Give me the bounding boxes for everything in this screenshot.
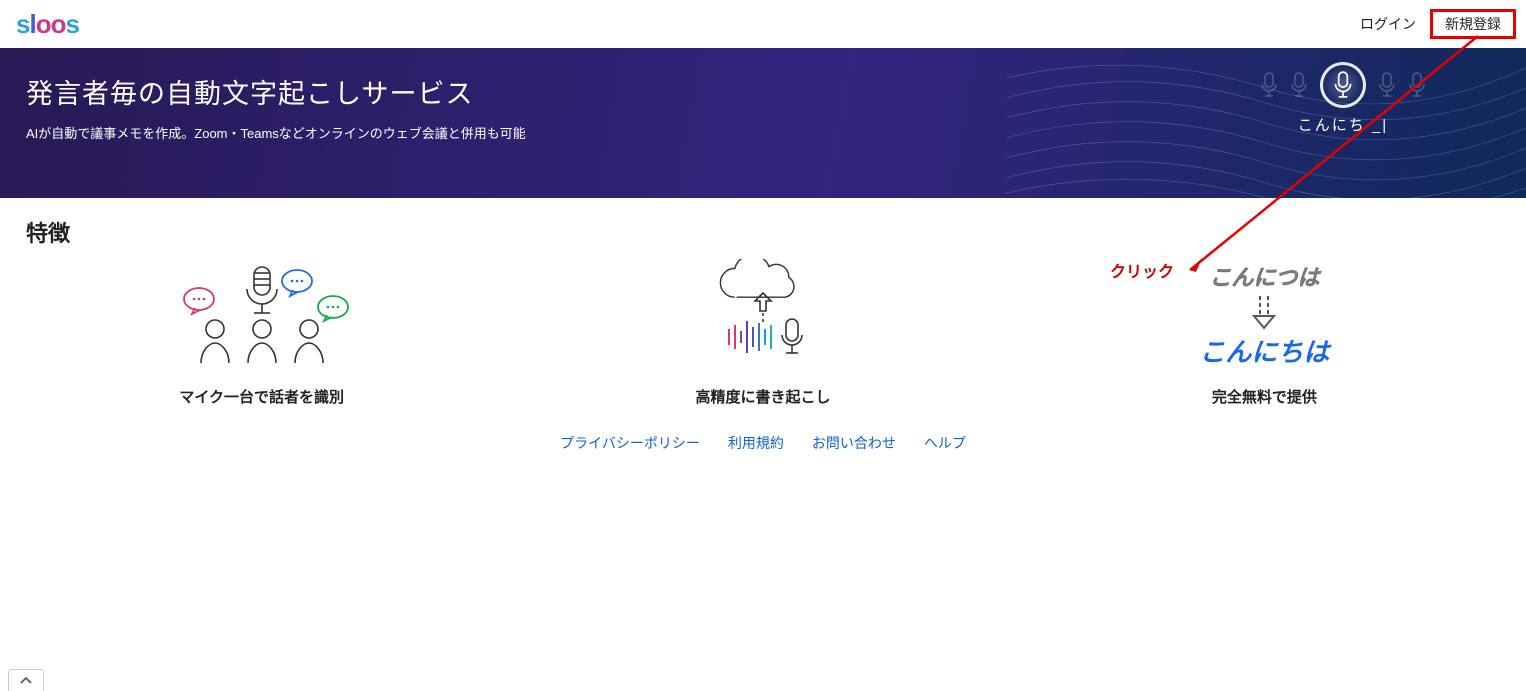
features-section: 特徴 [0, 198, 1526, 473]
footer-link-terms[interactable]: 利用規約 [728, 433, 784, 453]
mic-small-icon [1378, 72, 1396, 98]
logo-letter: o [36, 9, 51, 39]
logo-letter: s [16, 9, 29, 39]
signup-link[interactable]: 新規登録 [1437, 12, 1509, 36]
feature1-illustration [26, 254, 497, 374]
feature2-illustration [527, 254, 998, 374]
hero-banner: 発言者毎の自動文字起こしサービス AIが自動で議事メモを作成。Zoom・Team… [0, 48, 1526, 198]
feature-speaker-separation: マイク一台で話者を識別 [26, 254, 497, 407]
logo-letter: o [51, 9, 66, 39]
feature3-illustration: こんにつは こんにちは [1029, 254, 1500, 374]
feature-high-accuracy: 高精度に書き起こし [527, 254, 998, 407]
feature2-caption: 高精度に書き起こし [527, 386, 998, 407]
signup-highlight-box: 新規登録 [1430, 9, 1516, 39]
mic-small-icon [1408, 72, 1426, 98]
feature-free: こんにつは こんにちは 完全無料で提供 [1029, 254, 1500, 407]
arrow-down-icon [1244, 292, 1284, 332]
features-heading: 特徴 [26, 216, 1500, 248]
feature3-correct-text: こんにちは [1199, 332, 1329, 369]
header-nav: ログイン 新規登録 [1352, 9, 1516, 39]
hero-mic-graphic: こんにち _| [1260, 62, 1426, 135]
chevron-up-icon [20, 675, 32, 687]
footer-link-contact[interactable]: お問い合わせ [812, 433, 896, 453]
feature3-caption: 完全無料で提供 [1029, 386, 1500, 407]
logo[interactable]: sloos [10, 9, 79, 40]
mic-small-icon [1290, 72, 1308, 98]
scroll-top-button[interactable] [8, 669, 44, 691]
logo-letter: s [65, 9, 78, 39]
feature1-caption: マイク一台で話者を識別 [26, 386, 497, 407]
footer-links: プライバシーポリシー 利用規約 お問い合わせ ヘルプ [26, 433, 1500, 453]
login-link[interactable]: ログイン [1352, 10, 1424, 38]
hero-typing-text: こんにち _| [1260, 114, 1426, 135]
mic-small-icon [1260, 72, 1278, 98]
header-bar: sloos ログイン 新規登録 [0, 0, 1526, 48]
footer-link-privacy[interactable]: プライバシーポリシー [560, 433, 700, 453]
feature3-wrong-text: こんにつは [1209, 260, 1319, 292]
footer-link-help[interactable]: ヘルプ [924, 433, 966, 453]
mic-large-icon [1320, 62, 1366, 108]
